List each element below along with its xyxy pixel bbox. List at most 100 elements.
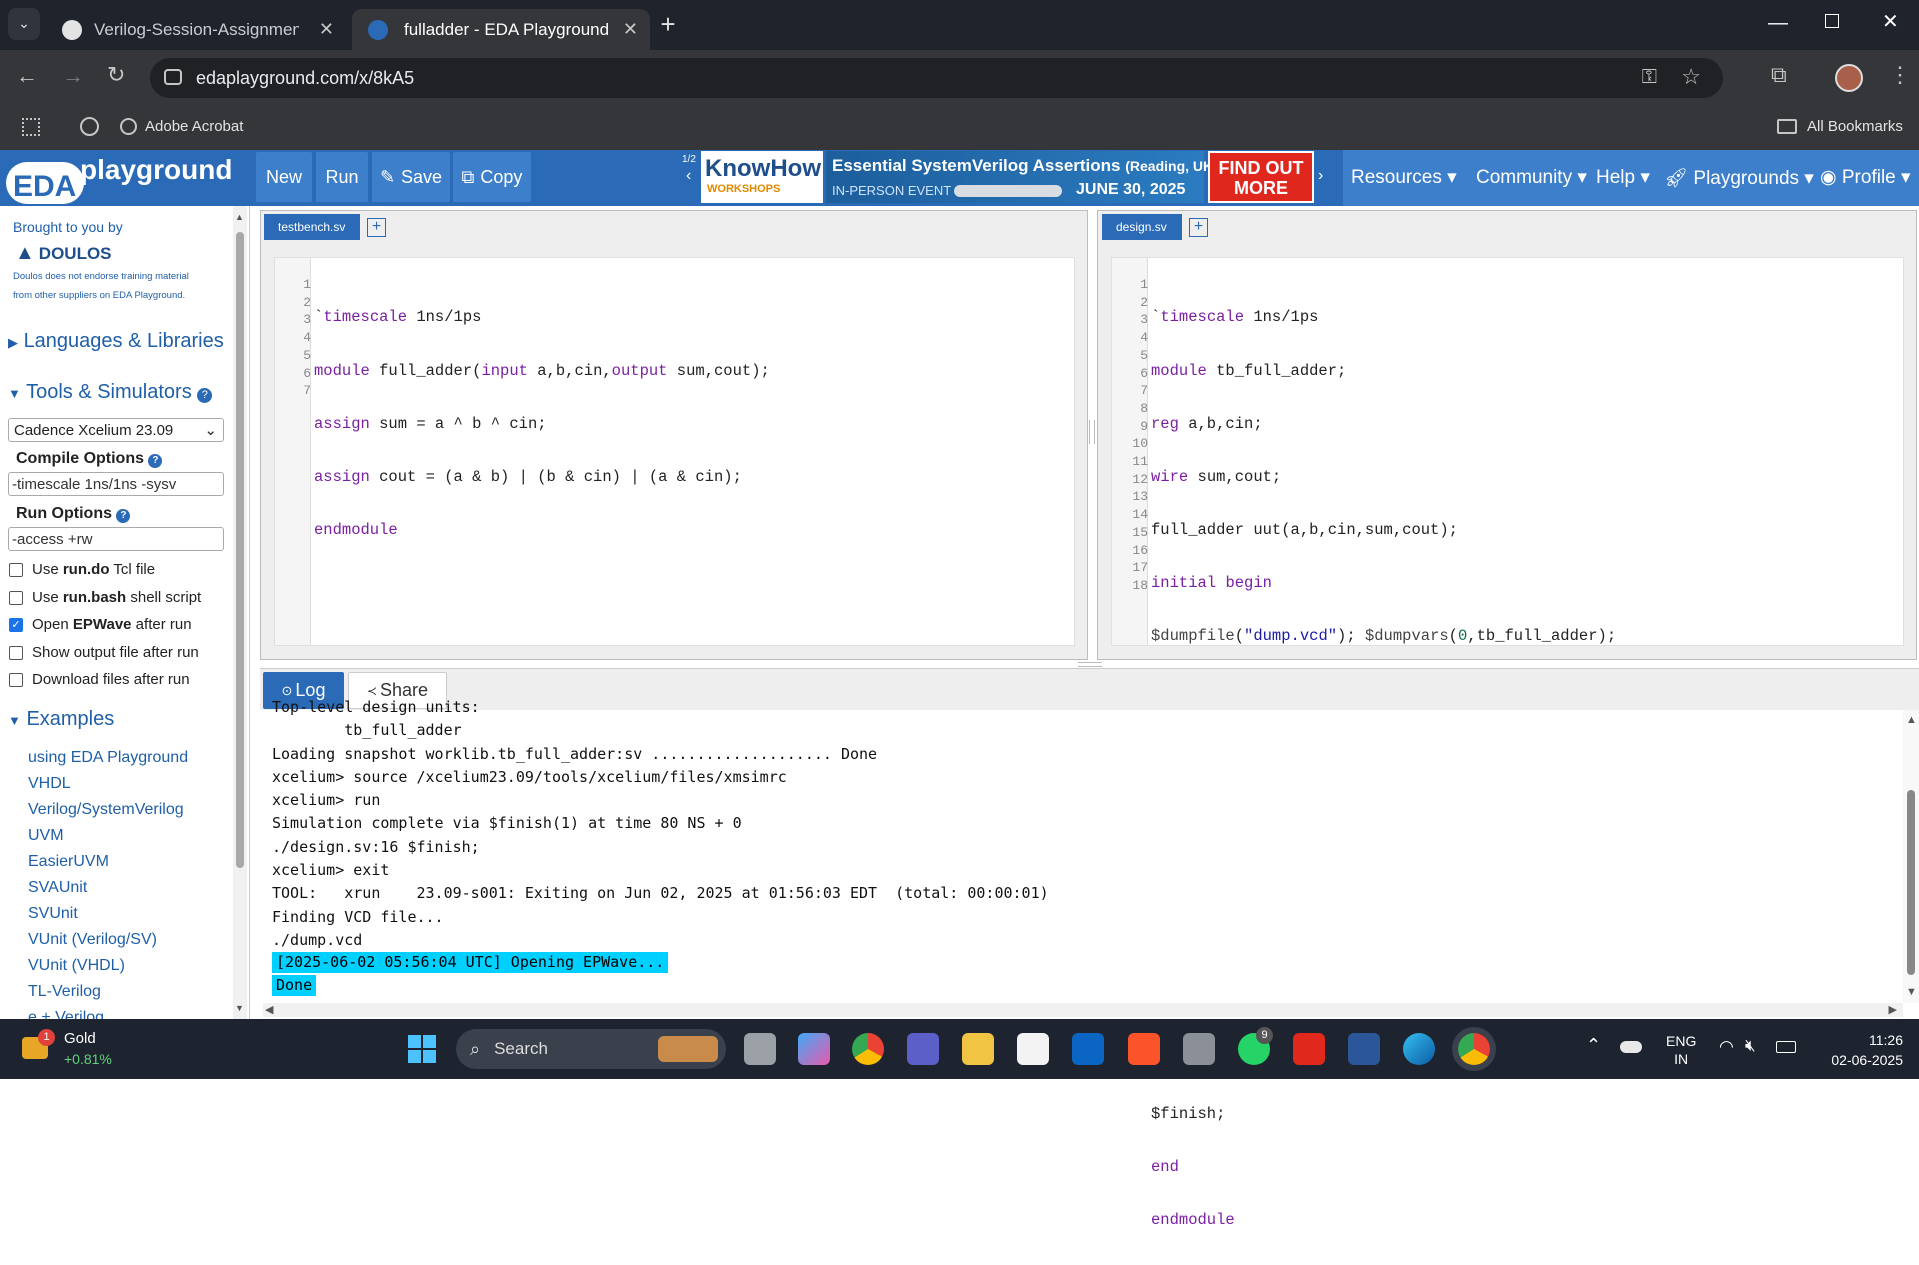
taskbar-search[interactable]: ⌕ Search <box>456 1029 726 1069</box>
help-icon[interactable]: ? <box>197 388 213 403</box>
use-rundo-checkbox[interactable]: Use run.do Tcl file <box>9 561 155 578</box>
apps-grid-icon[interactable] <box>22 118 40 136</box>
examples-section[interactable]: ▼ Examples <box>8 708 114 731</box>
adobe-bookmark[interactable]: Adobe Acrobat <box>120 118 243 135</box>
open-epwave-checkbox[interactable]: ✓ Open EPWave after run <box>9 616 192 633</box>
browser-tab-github[interactable]: Verilog-Session-Assignment/As ✕ <box>46 9 346 50</box>
example-link[interactable]: e + Verilog <box>28 1009 104 1019</box>
battery-icon[interactable] <box>1776 1041 1796 1053</box>
file-explorer-icon[interactable] <box>962 1033 994 1065</box>
new-tab-button[interactable]: + <box>652 8 684 40</box>
languages-section[interactable]: ▶ Languages & Libraries <box>8 330 224 353</box>
word-icon[interactable] <box>1348 1033 1380 1065</box>
add-file-icon[interactable]: + <box>367 218 386 237</box>
example-link[interactable]: TL-Verilog <box>28 983 101 1001</box>
volume-mute-icon[interactable]: 🔇︎ <box>1745 1036 1756 1056</box>
scroll-up-icon[interactable]: ▲ <box>1906 714 1917 726</box>
close-window-icon[interactable]: ✕ <box>1882 9 1899 34</box>
example-link[interactable]: EasierUVM <box>28 853 109 871</box>
example-link[interactable]: UVM <box>28 827 64 845</box>
url-input[interactable]: edaplayground.com/x/8kA5 ⚿ ☆ <box>150 58 1723 98</box>
site-settings-icon[interactable] <box>164 69 182 85</box>
example-link[interactable]: Verilog/SystemVerilog <box>28 801 184 819</box>
use-runbash-checkbox[interactable]: Use run.bash shell script <box>9 589 201 606</box>
more-menu-icon[interactable]: ⋮ <box>1889 62 1911 88</box>
run-options-input[interactable]: -access +rw <box>8 527 224 551</box>
scroll-thumb[interactable] <box>236 232 244 868</box>
ad-banner[interactable]: 1/2 ‹ KnowHow WORKSHOPS Essential System… <box>680 151 1331 204</box>
close-tab-icon[interactable]: ✕ <box>319 19 334 40</box>
scroll-down-icon[interactable]: ▼ <box>235 1003 244 1013</box>
acrobat-icon[interactable] <box>1293 1033 1325 1065</box>
help-icon[interactable]: ? <box>116 509 131 523</box>
community-menu[interactable]: Community ▾ <box>1476 166 1587 189</box>
start-button[interactable] <box>408 1035 436 1063</box>
log-output[interactable]: Top-level design units: tb_full_adder Loa… <box>263 698 1906 1017</box>
clock[interactable]: 11:26 02-06-2025 <box>1815 1030 1903 1070</box>
profile-menu[interactable]: ◉ Profile ▾ <box>1820 166 1911 189</box>
scroll-thumb[interactable] <box>1907 790 1915 975</box>
onedrive-icon[interactable] <box>1620 1041 1642 1053</box>
edge-icon[interactable] <box>1403 1033 1435 1065</box>
browser-tab-eda[interactable]: fulladder - EDA Playground ✕ <box>352 9 650 50</box>
checkbox-box[interactable] <box>9 562 23 577</box>
scroll-left-icon[interactable]: ◀ <box>265 1003 273 1016</box>
chrome-icon[interactable] <box>852 1033 884 1065</box>
copy-button[interactable]: ⧉ Copy <box>453 152 531 202</box>
example-link[interactable]: VHDL <box>28 775 71 793</box>
example-link[interactable]: using EDA Playground <box>28 749 188 767</box>
forward-icon[interactable]: → <box>62 63 84 89</box>
eda-logo[interactable]: EDA playground <box>4 152 244 204</box>
scroll-up-icon[interactable]: ▲ <box>235 212 244 222</box>
run-button[interactable]: Run <box>316 152 368 202</box>
restore-icon[interactable] <box>1825 14 1839 28</box>
log-vscrollbar[interactable]: ▲ ▼ <box>1903 710 1919 1003</box>
linkedin-icon[interactable] <box>1072 1033 1104 1065</box>
ad-prev-icon[interactable]: ‹ <box>686 167 691 185</box>
wifi-icon[interactable]: ◠ <box>1719 1037 1734 1057</box>
compile-options-input[interactable]: -timescale 1ns/1ns -sysv <box>8 472 224 496</box>
checkbox-box[interactable] <box>9 590 23 605</box>
close-tab-icon[interactable]: ✕ <box>623 19 638 40</box>
help-icon[interactable]: ? <box>148 454 163 468</box>
tab-design[interactable]: design.sv <box>1102 214 1182 240</box>
scroll-down-icon[interactable]: ▼ <box>1906 986 1917 998</box>
show-output-checkbox[interactable]: Show output file after run <box>9 644 199 661</box>
minimize-icon[interactable]: — <box>1768 12 1788 35</box>
example-link[interactable]: VUnit (VHDL) <box>28 957 125 975</box>
tab-testbench[interactable]: testbench.sv <box>264 214 360 240</box>
code-area[interactable]: 1 2 3 45 6 7 `timescale 1ns/1ps module full_a… <box>274 257 1075 646</box>
scroll-right-icon[interactable]: ▶ <box>1889 1003 1897 1016</box>
sidebar-scrollbar[interactable]: ▲ ▼ <box>233 206 247 1019</box>
copilot-icon[interactable] <box>798 1033 830 1065</box>
avatar[interactable] <box>1835 64 1863 92</box>
tab-search-button[interactable]: ⌄ <box>8 8 40 40</box>
new-button[interactable]: New <box>256 152 312 202</box>
code-area[interactable]: 1 2 3 4 5 6 7 8 9 10 11 12 13 14 15 16 17 18 `timescale 1… <box>1111 257 1904 1229</box>
checkbox-box-checked[interactable]: ✓ <box>9 617 23 632</box>
task-view-icon[interactable] <box>744 1033 776 1065</box>
example-link[interactable]: SVUnit <box>28 905 78 923</box>
bookmark-star-icon[interactable]: ☆ <box>1681 64 1701 90</box>
help-menu[interactable]: Help ▾ <box>1596 166 1650 189</box>
checkbox-box[interactable] <box>9 672 23 687</box>
ad-next-icon[interactable]: › <box>1318 167 1323 185</box>
horizontal-splitter[interactable] <box>1078 662 1102 667</box>
tray-chevron-icon[interactable]: ⌃ <box>1586 1035 1601 1056</box>
extensions-icon[interactable]: ⧉ <box>1771 62 1787 88</box>
add-file-icon[interactable]: + <box>1189 218 1208 237</box>
password-key-icon[interactable]: ⚿ <box>1642 66 1657 89</box>
example-link[interactable]: SVAUnit <box>28 879 87 897</box>
playgrounds-menu[interactable]: 🚀︎ Playgrounds ▾ <box>1664 166 1814 190</box>
all-bookmarks[interactable]: All Bookmarks <box>1777 118 1903 135</box>
resources-menu[interactable]: Resources ▾ <box>1351 166 1457 189</box>
calculator-icon[interactable] <box>1183 1033 1215 1065</box>
download-files-checkbox[interactable]: Download files after run <box>9 671 190 688</box>
reload-icon[interactable]: ↻ <box>107 62 125 88</box>
widget-gold[interactable]: 1 Gold +0.81% <box>22 1029 142 1071</box>
tools-section[interactable]: ▼ Tools & Simulators ? <box>8 381 213 404</box>
store-icon[interactable] <box>1017 1033 1049 1065</box>
vertical-splitter[interactable] <box>1089 420 1095 444</box>
find-out-more-button[interactable]: FIND OUT MORE <box>1208 151 1314 203</box>
chrome-profile-icon[interactable] <box>1458 1033 1490 1065</box>
